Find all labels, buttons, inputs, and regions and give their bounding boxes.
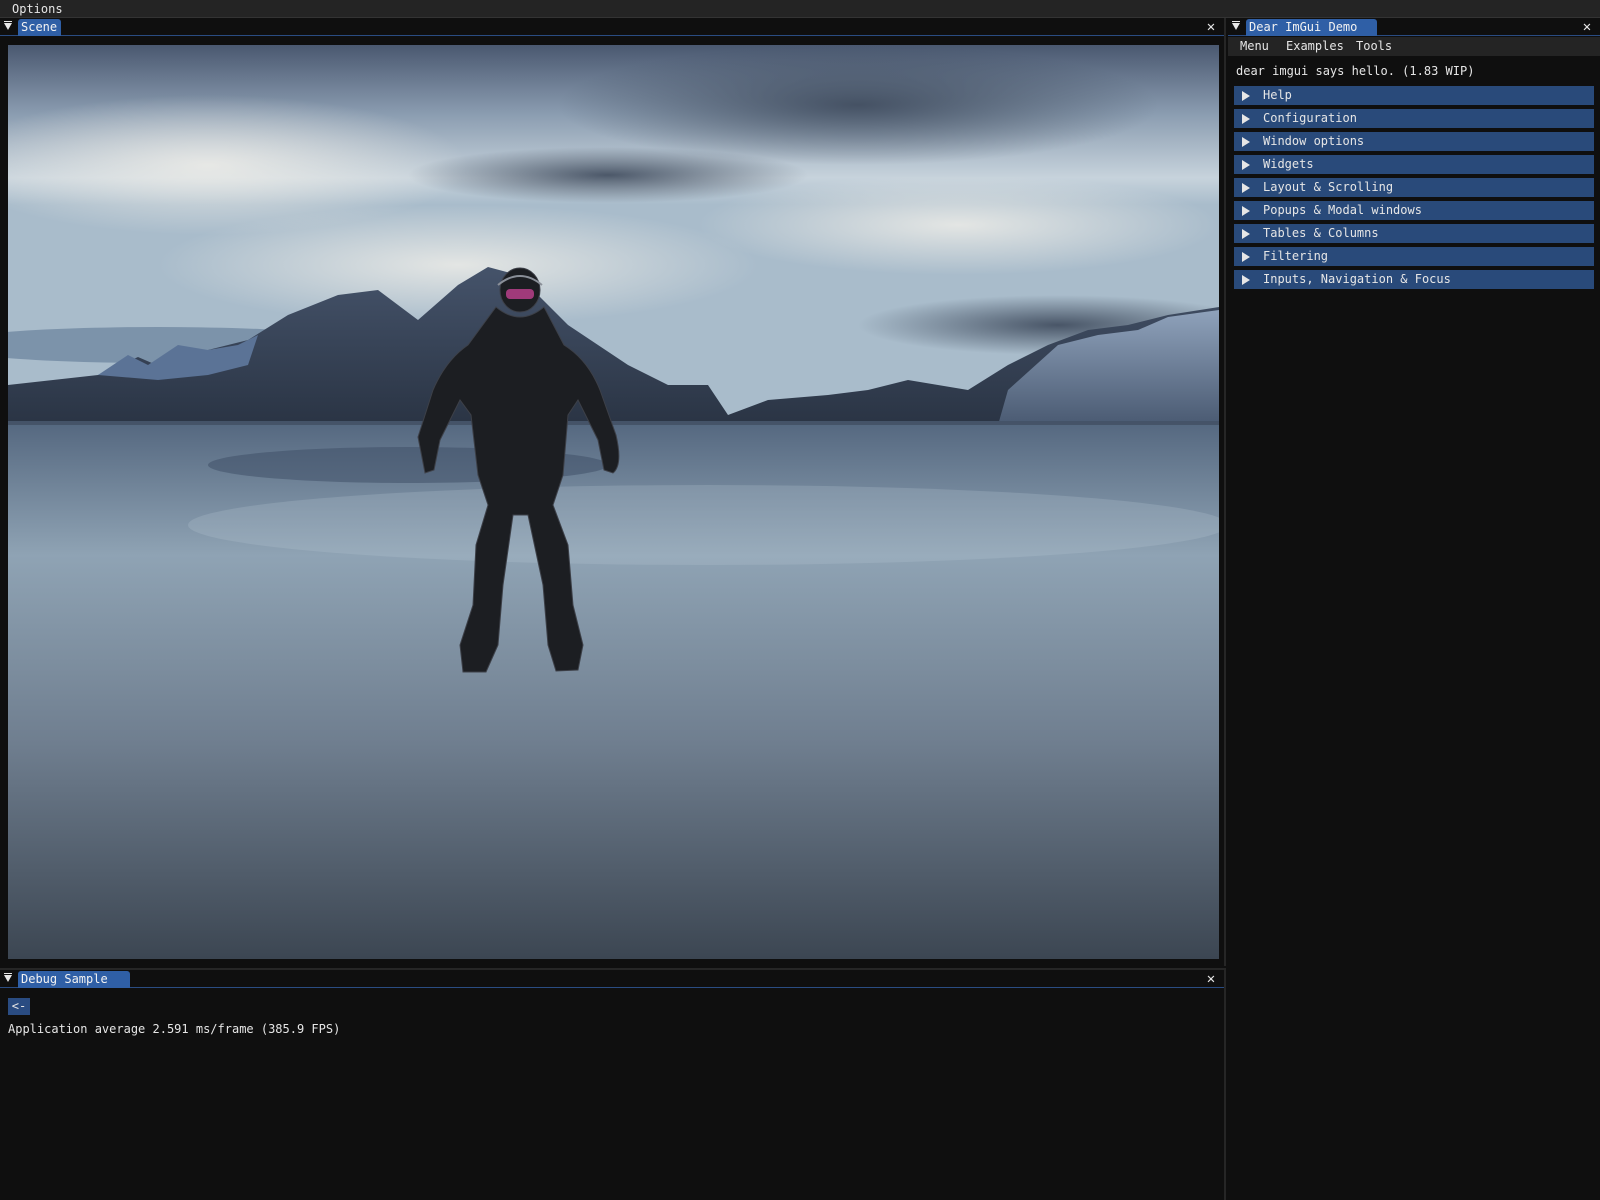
triangle-right-icon bbox=[1242, 229, 1250, 239]
close-icon[interactable]: ✕ bbox=[1204, 971, 1218, 987]
header-label: Popups & Modal windows bbox=[1263, 203, 1422, 217]
main-menu-bar: Options bbox=[0, 0, 1600, 18]
triangle-right-icon bbox=[1242, 206, 1250, 216]
fps-readout: Application average 2.591 ms/frame (385.… bbox=[8, 1022, 341, 1036]
header-popups-modal[interactable]: Popups & Modal windows bbox=[1234, 201, 1594, 220]
menu-tools[interactable]: Tools bbox=[1352, 38, 1396, 55]
triangle-right-icon bbox=[1242, 275, 1250, 285]
header-label: Tables & Columns bbox=[1263, 226, 1379, 240]
header-configuration[interactable]: Configuration bbox=[1234, 109, 1594, 128]
menu-examples[interactable]: Examples bbox=[1282, 38, 1348, 55]
debug-titlebar[interactable]: Debug Sample ✕ bbox=[0, 970, 1224, 988]
hello-text: dear imgui says hello. (1.83 WIP) bbox=[1236, 64, 1475, 78]
header-help[interactable]: Help bbox=[1234, 86, 1594, 105]
triangle-right-icon bbox=[1242, 114, 1250, 124]
header-label: Window options bbox=[1263, 134, 1365, 148]
scene-viewport[interactable] bbox=[8, 45, 1219, 959]
header-label: Configuration bbox=[1263, 111, 1357, 125]
triangle-right-icon bbox=[1242, 91, 1250, 101]
header-label: Inputs, Navigation & Focus bbox=[1263, 272, 1451, 286]
header-label: Filtering bbox=[1263, 249, 1329, 263]
header-filtering[interactable]: Filtering bbox=[1234, 247, 1594, 266]
close-icon[interactable]: ✕ bbox=[1580, 19, 1594, 35]
back-button[interactable]: <- bbox=[8, 998, 30, 1015]
triangle-right-icon bbox=[1242, 183, 1250, 193]
header-tables-columns[interactable]: Tables & Columns bbox=[1234, 224, 1594, 243]
header-inputs-navigation-focus[interactable]: Inputs, Navigation & Focus bbox=[1234, 270, 1594, 289]
header-label: Layout & Scrolling bbox=[1263, 180, 1394, 194]
demo-window: Dear ImGui Demo ✕ Menu Examples Tools de… bbox=[1228, 18, 1600, 1200]
triangle-right-icon bbox=[1242, 252, 1250, 262]
debug-window: Debug Sample ✕ <- Application average 2.… bbox=[0, 968, 1226, 1200]
demo-menu-bar: Menu Examples Tools bbox=[1228, 37, 1600, 56]
header-widgets[interactable]: Widgets bbox=[1234, 155, 1594, 174]
header-layout-scrolling[interactable]: Layout & Scrolling bbox=[1234, 178, 1594, 197]
debug-tab[interactable]: Debug Sample bbox=[18, 971, 130, 988]
demo-tab[interactable]: Dear ImGui Demo bbox=[1246, 19, 1378, 36]
scene-window: Scene ✕ bbox=[0, 18, 1226, 966]
collapse-arrow-icon[interactable] bbox=[4, 973, 12, 982]
header-window-options[interactable]: Window options bbox=[1234, 132, 1594, 151]
header-label: Help bbox=[1263, 88, 1292, 102]
header-label: Widgets bbox=[1263, 157, 1314, 171]
close-icon[interactable]: ✕ bbox=[1204, 19, 1218, 35]
menu-menu[interactable]: Menu bbox=[1236, 38, 1273, 55]
scene-titlebar[interactable]: Scene ✕ bbox=[0, 18, 1224, 36]
collapsing-headers: Help Configuration Window options Widget… bbox=[1234, 86, 1594, 293]
triangle-right-icon bbox=[1242, 137, 1250, 147]
demo-titlebar[interactable]: Dear ImGui Demo ✕ bbox=[1228, 18, 1600, 36]
scene-render bbox=[8, 45, 1219, 959]
collapse-arrow-icon[interactable] bbox=[4, 21, 12, 30]
menu-options[interactable]: Options bbox=[4, 1, 71, 17]
collapse-arrow-icon[interactable] bbox=[1232, 21, 1240, 30]
scene-tab[interactable]: Scene bbox=[18, 19, 62, 36]
triangle-right-icon bbox=[1242, 160, 1250, 170]
